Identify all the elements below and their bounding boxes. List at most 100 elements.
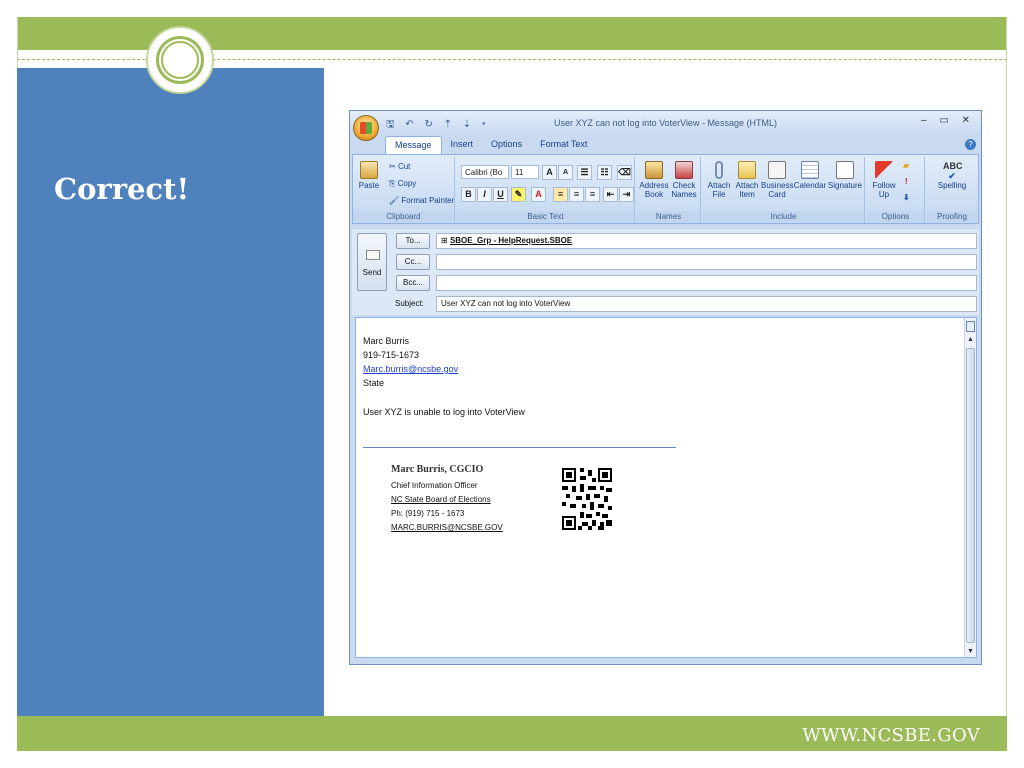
tab-options[interactable]: Options [482, 136, 531, 154]
cut-button[interactable]: ✂ Cut [389, 162, 410, 171]
message-text: User XYZ is unable to log into VoterView [363, 407, 525, 417]
basic-text-label: Basic Text [457, 211, 634, 222]
decorative-ring-inner [161, 41, 199, 79]
help-icon[interactable]: ? [965, 139, 976, 150]
spelling-check-icon: ABC ✔ [943, 161, 963, 181]
slide-title: Correct! [54, 172, 190, 206]
tab-message[interactable]: Message [385, 136, 442, 154]
copy-button[interactable]: ⎘ Copy [389, 179, 416, 189]
attach-item-button[interactable]: Attach Item [733, 161, 761, 199]
clear-formatting-icon[interactable]: ⌫ [617, 165, 632, 180]
spelling-button[interactable]: ABC ✔ Spelling [933, 161, 971, 190]
check-names-icon [675, 161, 693, 179]
high-importance-icon[interactable]: ! [905, 177, 908, 186]
address-book-icon [645, 161, 663, 179]
names-group: Address Book Check Names Names [637, 157, 701, 223]
signature-icon [836, 161, 854, 179]
envelope-icon [738, 161, 756, 179]
tab-insert[interactable]: Insert [442, 136, 483, 154]
address-book-button[interactable]: Address Book [639, 161, 669, 199]
scroll-thumb[interactable] [966, 348, 975, 643]
proofing-group: ABC ✔ Spelling Proofing [927, 157, 977, 223]
sender-phone: 919-715-1673 [363, 350, 420, 360]
to-field[interactable]: ⊞ SBOE_Grp - HelpRequest.SBOE [436, 233, 977, 249]
bcc-button[interactable]: Bcc... [396, 275, 430, 291]
signature-phone: Ph: (919) 715 - 1673 [391, 509, 465, 518]
attach-file-button[interactable]: Attach File [705, 161, 733, 199]
ruler-icon[interactable] [966, 321, 975, 332]
decrease-indent-icon[interactable]: ⇤ [603, 187, 618, 202]
message-header: Send To... ⊞ SBOE_Grp - HelpRequest.SBOE… [352, 229, 979, 315]
signature-agency-link[interactable]: NC State Board of Elections [391, 495, 491, 504]
follow-up-button[interactable]: Follow Up [869, 161, 899, 199]
low-importance-icon[interactable]: ⬇ [903, 193, 910, 202]
business-card-button[interactable]: Business Card [761, 161, 793, 199]
scroll-down-icon[interactable]: ▼ [967, 648, 974, 655]
ribbon-tabs: Message Insert Options Format Text [385, 136, 596, 154]
names-label: Names [637, 211, 700, 222]
to-button[interactable]: To... [396, 233, 430, 249]
qr-code-icon [562, 468, 612, 530]
bold-button[interactable]: B [461, 187, 476, 202]
subject-label: Subject: [395, 299, 424, 308]
signature-name: Marc Burris, CGCIO [391, 464, 484, 475]
clipboard-group: Paste ✂ Cut ⎘ Copy 🖌 Format Painter Clip… [353, 157, 455, 223]
window-controls[interactable]: – ▭ ✕ [921, 115, 975, 126]
signature-email-link[interactable]: MARC.BURRIS@NCSBE.GOV [391, 523, 503, 532]
side-panel [17, 68, 324, 716]
include-group: Attach File Attach Item Business Card Ca… [703, 157, 865, 223]
clipboard-label: Clipboard [353, 211, 454, 222]
clipboard-icon [360, 161, 378, 179]
outlook-message-window: 🖫 ↶ ↻ ⇡ ⇣ ▾ User XYZ can not log into Vo… [349, 110, 982, 665]
flag-icon [875, 161, 893, 179]
ribbon: Paste ✂ Cut ⎘ Copy 🖌 Format Painter Clip… [352, 154, 979, 224]
align-right-icon[interactable]: ≡ [585, 187, 600, 202]
scroll-up-icon[interactable]: ▲ [967, 336, 974, 343]
footer-url: WWW.NCSBE.GOV [802, 725, 980, 746]
options-label: Options [867, 211, 924, 222]
font-size-box[interactable]: 11 [511, 165, 539, 179]
sender-org: State [363, 378, 385, 388]
send-button[interactable]: Send [357, 233, 387, 291]
basic-text-group: Calibri (Bo 11 A A ☰ ☷ ⌫ B I U ✎ A ≡ ≡ ≡… [457, 157, 635, 223]
sender-name: Marc Burris [363, 336, 410, 346]
format-painter-button[interactable]: 🖌 Format Painter [389, 196, 454, 205]
business-card-icon [768, 161, 786, 179]
vertical-scrollbar[interactable]: ▲ ▼ [964, 318, 976, 657]
signature-role: Chief Information Officer [391, 481, 478, 490]
proofing-label: Proofing [927, 211, 977, 222]
bullets-icon[interactable]: ☰ [577, 165, 592, 180]
increase-indent-icon[interactable]: ⇥ [619, 187, 634, 202]
shrink-font-icon[interactable]: A [558, 165, 573, 180]
paste-button[interactable]: Paste [357, 161, 381, 190]
include-label: Include [703, 211, 864, 222]
options-group: Follow Up ▰ ! ⬇ Options [867, 157, 925, 223]
numbering-icon[interactable]: ☷ [597, 165, 612, 180]
signature-divider [363, 447, 676, 448]
check-names-button[interactable]: Check Names [669, 161, 699, 199]
highlight-icon[interactable]: ✎ [511, 187, 526, 202]
italic-button[interactable]: I [477, 187, 492, 202]
frame-right-border [1006, 17, 1007, 751]
grow-font-icon[interactable]: A [542, 165, 557, 180]
cc-field[interactable] [436, 254, 977, 270]
subject-field[interactable]: User XYZ can not log into VoterView [436, 296, 977, 312]
send-envelope-icon [366, 250, 380, 260]
paperclip-icon [715, 161, 723, 179]
bcc-field[interactable] [436, 275, 977, 291]
underline-button[interactable]: U [493, 187, 508, 202]
tab-format-text[interactable]: Format Text [531, 136, 596, 154]
calendar-button[interactable]: Calendar [793, 161, 827, 190]
align-center-icon[interactable]: ≡ [569, 187, 584, 202]
message-body[interactable]: Marc Burris 919-715-1673 Marc.burris@ncs… [355, 317, 977, 658]
categorize-icon[interactable]: ▰ [903, 161, 909, 170]
window-title: User XYZ can not log into VoterView - Me… [554, 118, 777, 128]
signature-button[interactable]: Signature [827, 161, 863, 190]
align-left-icon[interactable]: ≡ [553, 187, 568, 202]
cc-button[interactable]: Cc... [396, 254, 430, 270]
font-name-box[interactable]: Calibri (Bo [461, 165, 509, 179]
font-color-icon[interactable]: A [531, 187, 546, 202]
sender-email-link[interactable]: Marc.burris@ncsbe.gov [363, 364, 458, 374]
calendar-icon [801, 161, 819, 179]
title-bar: 🖫 ↶ ↻ ⇡ ⇣ ▾ User XYZ can not log into Vo… [350, 111, 981, 141]
